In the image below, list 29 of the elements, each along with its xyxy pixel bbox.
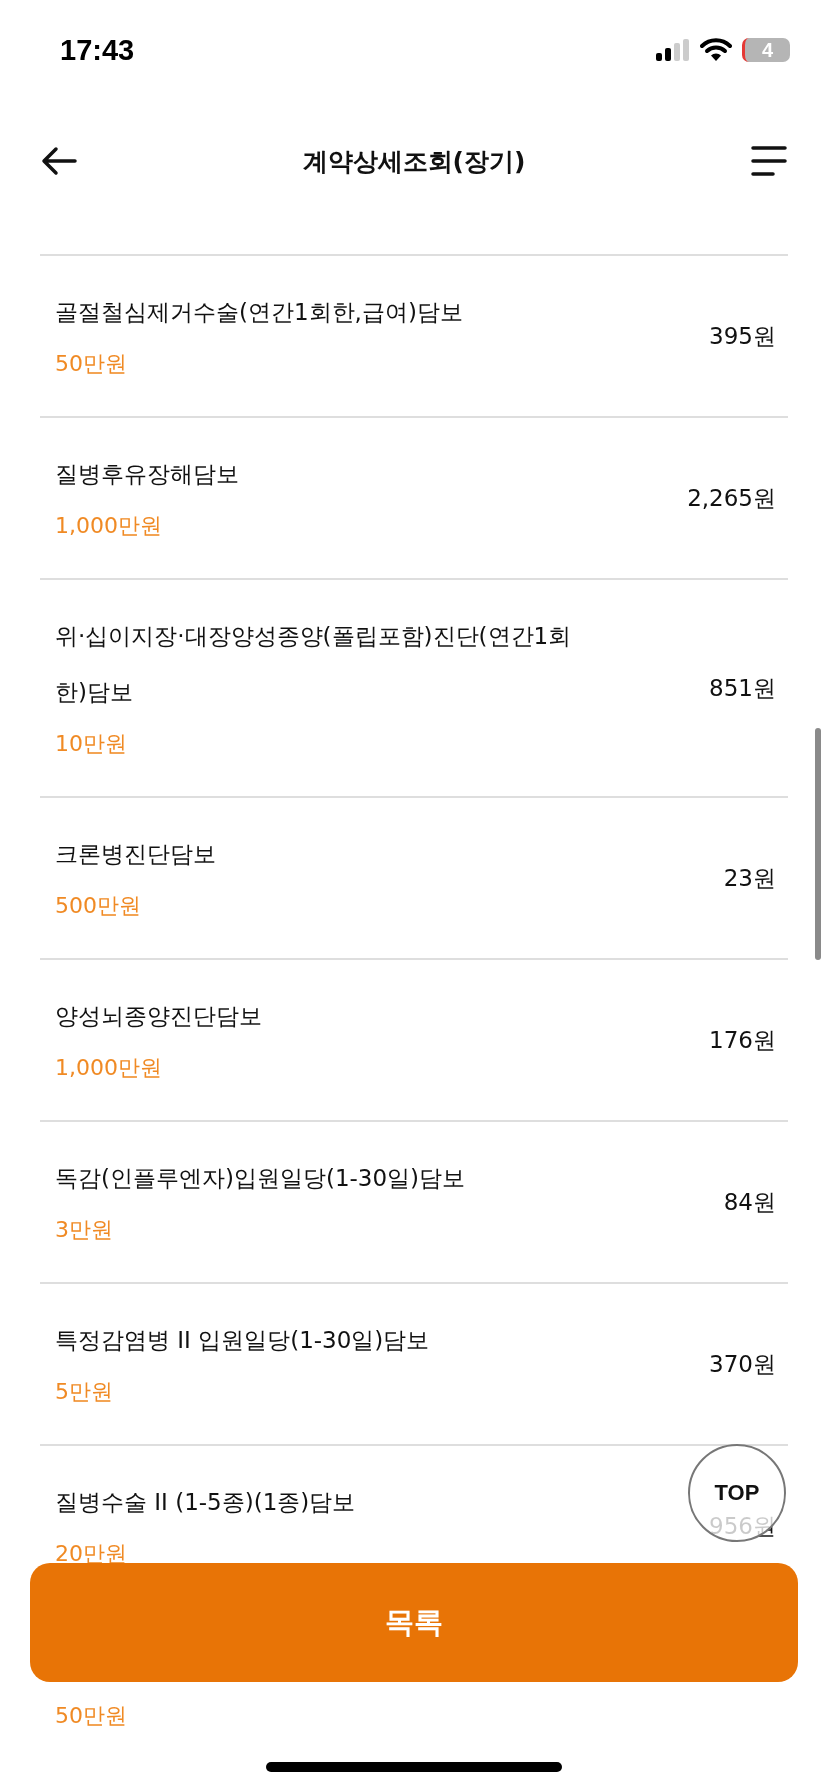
coverage-amount: 50만원 <box>55 350 128 378</box>
coverage-name: 질병후유장해담보 <box>55 460 239 489</box>
coverage-amount: 1,000만원 <box>55 512 163 540</box>
coverage-name: 양성뇌종양진단담보 <box>55 1002 262 1031</box>
premium-amount: 23원 <box>723 863 776 893</box>
coverage-amount: 10만원 <box>55 730 128 758</box>
coverage-amount: 500만원 <box>55 892 142 920</box>
coverage-name: 독감(인플루엔자)입원일당(1-30일)담보 <box>55 1164 466 1193</box>
coverage-name: 크론병진단담보 <box>55 840 216 869</box>
premium-amount: 176원 <box>709 1025 776 1055</box>
coverage-name: 위·십이지장·대장양성종양(폴립포함)진단(연간1회한)담보 <box>55 622 573 707</box>
premium-amount: 395원 <box>709 321 776 351</box>
wifi-icon <box>700 38 732 62</box>
coverage-amount: 5만원 <box>55 1378 114 1406</box>
premium-amount: 2,265원 <box>687 483 776 513</box>
premium-amount: 370원 <box>709 1349 776 1379</box>
coverage-amount: 50만원 <box>55 1702 127 1730</box>
page-title: 계약상세조회(장기) <box>302 145 526 178</box>
signal-icon <box>656 39 690 61</box>
premium-amount: 956원 <box>709 1511 776 1541</box>
coverage-name: 특정감염병 II 입원일당(1-30일)담보 <box>55 1326 430 1355</box>
coverage-name: 질병수술 II (1-5종)(1종)담보 <box>55 1488 356 1517</box>
coverage-amount: 1,000만원 <box>55 1054 163 1082</box>
premium-amount: 84원 <box>723 1187 776 1217</box>
premium-amount: 851원 <box>709 673 776 703</box>
status-time: 17:43 <box>60 33 135 67</box>
battery-icon: 4 <box>742 38 790 62</box>
coverage-name: 골절철심제거수술(연간1회한,급여)담보 <box>55 298 463 327</box>
coverage-amount: 3만원 <box>55 1216 114 1244</box>
